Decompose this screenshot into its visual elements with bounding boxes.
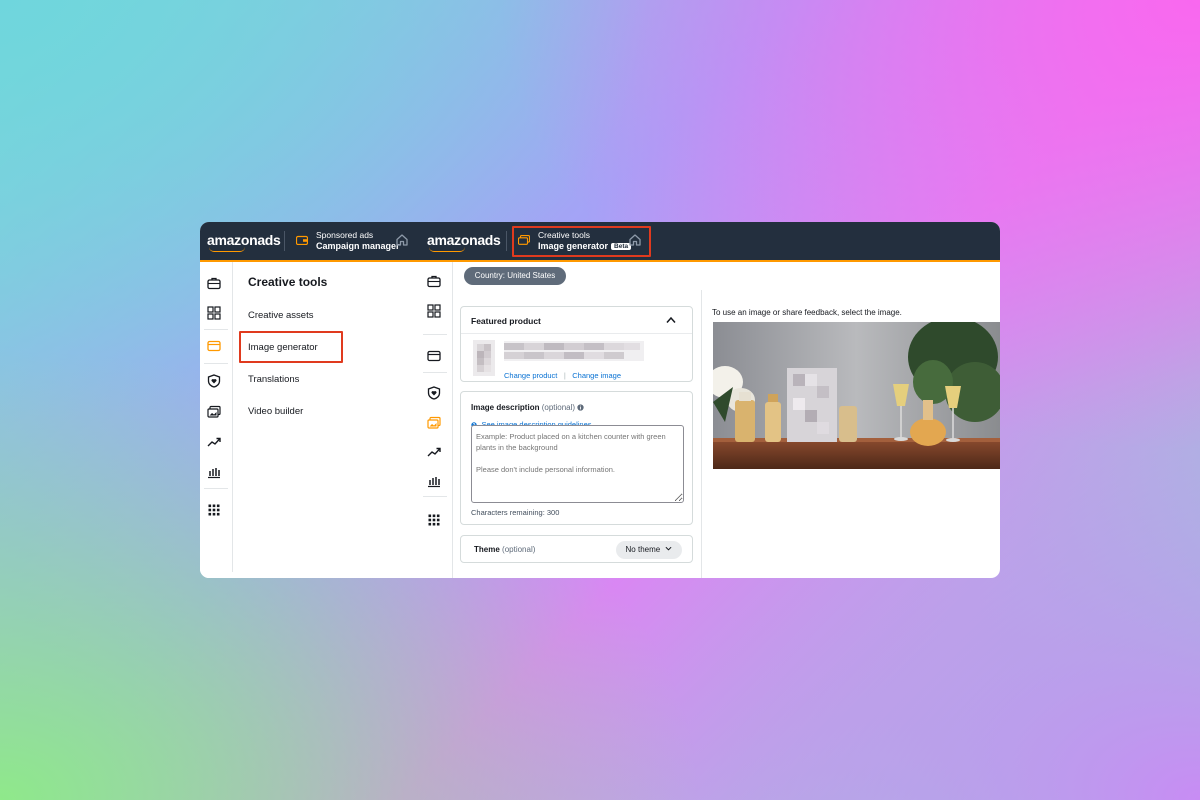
divider (423, 334, 447, 335)
image-description-panel: Image description (optional) See image d… (460, 391, 693, 525)
sidebar-title: Creative tools (248, 275, 328, 289)
preview-instruction: To use an image or share feedback, selec… (712, 308, 902, 317)
chevron-up-icon[interactable] (666, 316, 676, 324)
divider (506, 231, 507, 251)
featured-product-panel: Featured product Change product | Change… (460, 306, 693, 382)
bar-chart-icon[interactable] (207, 465, 221, 479)
generated-image[interactable] (713, 322, 1000, 469)
product-actions: Change product | Change image (504, 365, 621, 383)
divider (204, 363, 228, 364)
grid-icon[interactable] (207, 306, 221, 320)
optional-text: (optional) (541, 403, 576, 412)
divider (423, 496, 447, 497)
bar-chart-icon[interactable] (427, 474, 441, 488)
theme-value: No theme (625, 545, 661, 554)
divider (423, 372, 447, 373)
label-text: Image description (471, 403, 540, 412)
wallet-icon (296, 235, 308, 245)
apps-grid-icon[interactable] (427, 513, 441, 527)
highlight-box (239, 331, 343, 363)
product-thumbnail (473, 340, 495, 376)
theme-panel: Theme (optional) No theme (460, 535, 693, 563)
images-icon[interactable] (427, 416, 441, 430)
wallet-icon[interactable] (207, 339, 221, 353)
country-selector[interactable]: Country: United States (464, 267, 566, 285)
app-category: Sponsored ads (316, 230, 374, 240)
trending-up-icon[interactable] (207, 435, 221, 449)
icon-rail (200, 262, 232, 578)
apps-grid-icon[interactable] (207, 503, 221, 517)
images-icon[interactable] (207, 405, 221, 419)
divider (701, 290, 702, 578)
change-image-link[interactable]: Change image (572, 371, 621, 380)
logo-smile-icon (209, 247, 245, 252)
briefcase-icon[interactable] (207, 276, 221, 290)
trending-up-icon[interactable] (427, 445, 441, 459)
divider (461, 333, 692, 334)
divider (232, 262, 233, 572)
shield-heart-icon[interactable] (207, 374, 221, 388)
shield-heart-icon[interactable] (427, 386, 441, 400)
divider (204, 488, 228, 489)
logo-smile-icon (429, 247, 465, 252)
sidebar-item-creative-assets[interactable]: Creative assets (248, 310, 313, 321)
optional-text: (optional) (502, 545, 536, 554)
image-description-input[interactable] (471, 425, 684, 503)
grid-icon[interactable] (427, 304, 441, 318)
theme-dropdown[interactable]: No theme (616, 541, 682, 559)
featured-product-title: Featured product (471, 316, 541, 326)
info-icon[interactable] (577, 403, 584, 411)
sidebar-item-video-builder[interactable]: Video builder (248, 406, 303, 417)
image-description-label: Image description (optional) (471, 403, 584, 412)
icon-rail-secondary (418, 262, 452, 578)
characters-remaining: Characters remaining: 300 (471, 508, 560, 517)
product-name-redacted (504, 341, 644, 361)
chevron-down-icon (665, 546, 672, 551)
generated-image-picture (713, 322, 1000, 469)
divider (284, 231, 285, 251)
theme-label: Theme (optional) (474, 545, 535, 554)
briefcase-icon[interactable] (427, 274, 441, 288)
highlight-box (512, 226, 651, 257)
wallet-icon[interactable] (427, 349, 441, 363)
amazon-ads-logo-secondary[interactable]: amazonads (427, 232, 501, 252)
top-navigation-bar: amazonads Sponsored ads Campaign manager… (200, 222, 1000, 262)
logo-text: amazonads (427, 232, 501, 248)
sidebar-item-translations[interactable]: Translations (248, 374, 299, 385)
amazon-ads-logo[interactable]: amazonads (207, 232, 281, 252)
change-product-link[interactable]: Change product (504, 371, 557, 380)
divider (452, 262, 453, 578)
app-window: amazonads Sponsored ads Campaign manager… (200, 222, 1000, 578)
label-text: Theme (474, 545, 500, 554)
app-name: Campaign manager (316, 241, 400, 251)
home-icon[interactable] (395, 233, 409, 247)
divider (204, 329, 228, 330)
logo-text: amazonads (207, 232, 281, 248)
link-separator: | (563, 371, 566, 380)
